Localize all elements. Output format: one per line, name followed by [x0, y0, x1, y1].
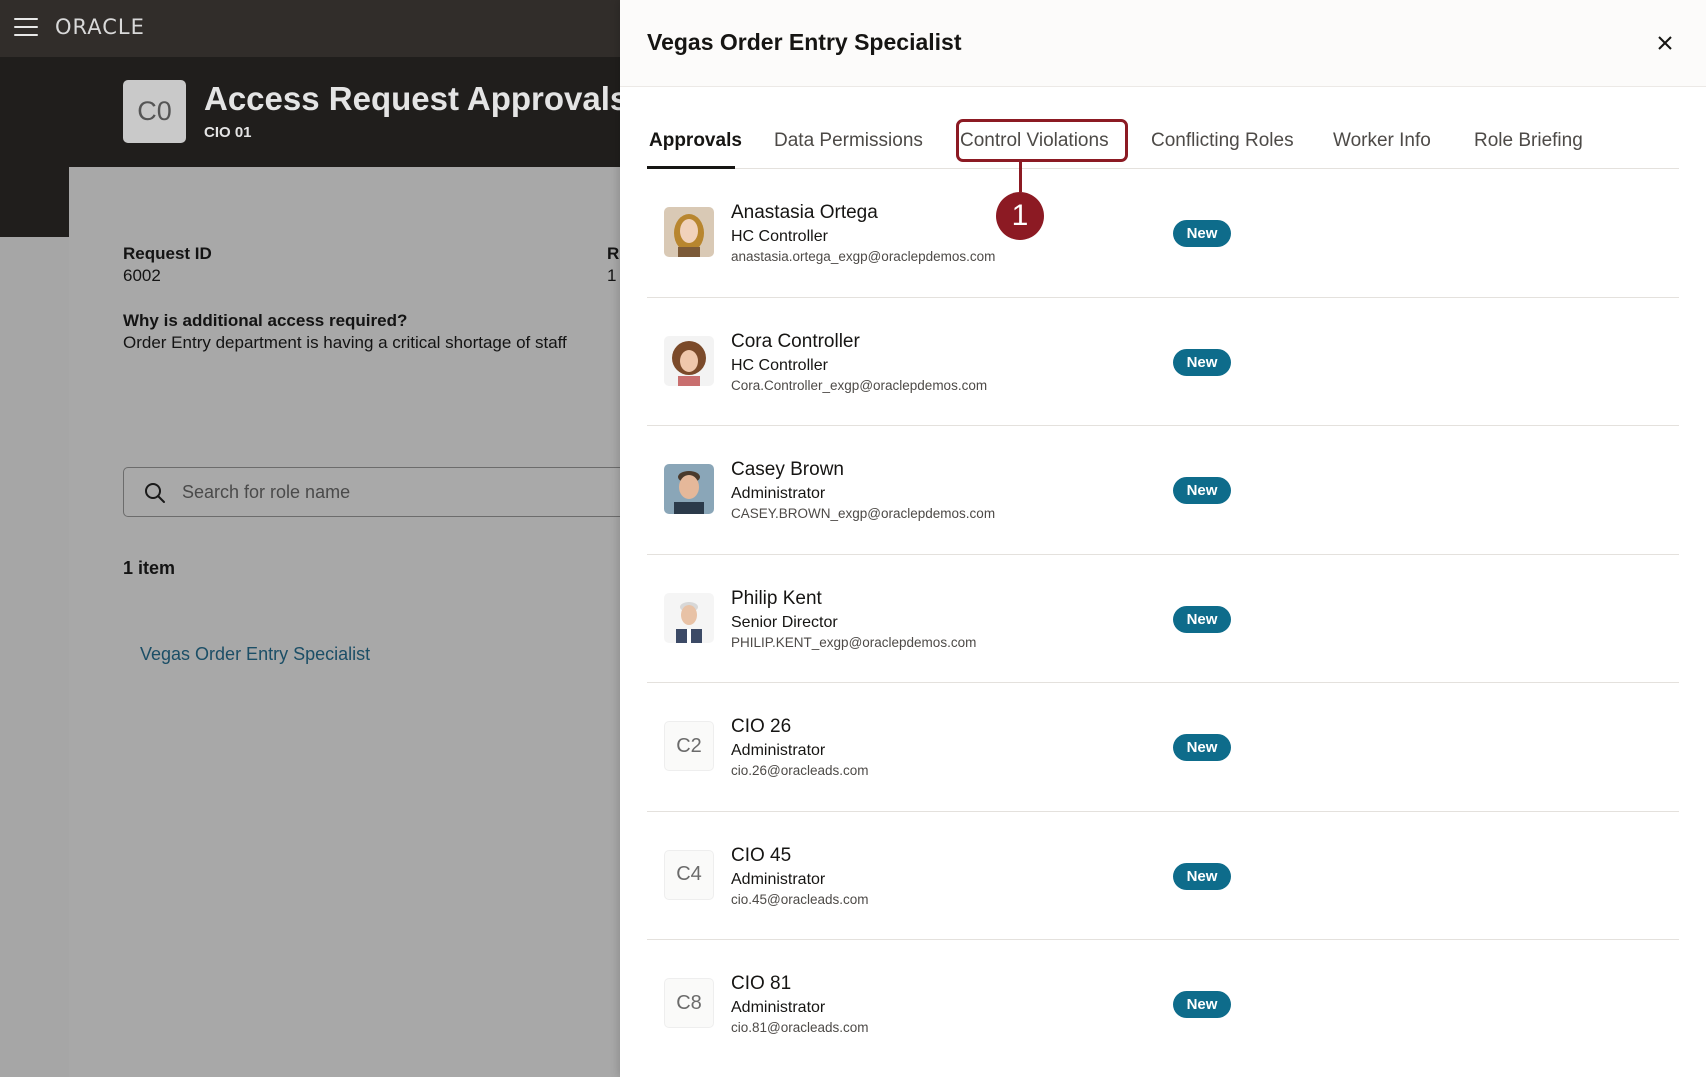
callout-connector — [1019, 161, 1022, 192]
approver-role: HC Controller — [731, 356, 828, 374]
oracle-logo: ORACLE — [55, 15, 145, 39]
status-badge: New — [1173, 605, 1231, 633]
tab-data-permissions[interactable]: Data Permissions — [774, 130, 923, 152]
request-field-value-partial: 1 — [607, 266, 617, 285]
tab-bar: Approvals Data Permissions Control Viola… — [647, 110, 1679, 169]
reason-value: Order Entry department is having a criti… — [123, 333, 567, 352]
request-id-value: 6002 — [123, 266, 161, 285]
approver-role: Senior Director — [731, 613, 838, 631]
close-icon — [1658, 36, 1672, 50]
list-item[interactable]: C4 CIO 45 Administrator cio.45@oracleads… — [647, 812, 1679, 940]
status-badge: New — [1173, 862, 1231, 890]
approver-email: PHILIP.KENT_exgp@oraclepdemos.com — [731, 634, 977, 650]
list-item[interactable]: Cora Controller HC Controller Cora.Contr… — [647, 298, 1679, 426]
approver-name: CIO 45 — [731, 844, 792, 866]
avatar: C0 — [123, 80, 186, 143]
list-item[interactable]: C8 CIO 81 Administrator cio.81@oracleads… — [647, 940, 1679, 1069]
close-button[interactable] — [1652, 30, 1678, 56]
person-photo-icon — [664, 207, 714, 257]
request-id-label: Request ID — [123, 244, 212, 263]
search-icon — [145, 483, 165, 503]
drawer-header: Vegas Order Entry Specialist — [620, 0, 1706, 87]
person-photo-icon — [664, 335, 714, 386]
status-badge: New — [1173, 991, 1231, 1018]
tab-approvals[interactable]: Approvals — [649, 130, 742, 152]
approver-email: cio.26@oracleads.com — [731, 763, 869, 778]
person-photo-icon — [664, 464, 714, 514]
reason-label: Why is additional access required? — [123, 311, 408, 330]
approver-name: CIO 26 — [731, 716, 792, 737]
approver-role: HC Controller — [731, 228, 828, 245]
avatar — [664, 335, 714, 386]
approver-name: Cora Controller — [731, 330, 860, 352]
request-details-card — [69, 167, 629, 1077]
tab-worker-info[interactable]: Worker Info — [1333, 130, 1431, 152]
approver-email: CASEY.BROWN_exgp@oraclepdemos.com — [731, 506, 996, 521]
role-link-vegas-order-entry-specialist[interactable]: Vegas Order Entry Specialist — [140, 644, 370, 665]
drawer-title: Vegas Order Entry Specialist — [647, 29, 962, 55]
approver-email: cio.45@oracleads.com — [731, 891, 869, 907]
avatar — [664, 464, 714, 514]
avatar: C8 — [664, 978, 714, 1028]
status-badge: New — [1173, 734, 1231, 761]
approver-role: Administrator — [731, 870, 826, 888]
approver-name: CIO 81 — [731, 973, 792, 994]
approver-role: Administrator — [731, 999, 826, 1016]
tab-conflicting-roles[interactable]: Conflicting Roles — [1151, 130, 1294, 152]
status-badge: New — [1173, 477, 1231, 504]
avatar — [664, 207, 714, 257]
approver-name: Casey Brown — [731, 459, 844, 480]
tab-role-briefing[interactable]: Role Briefing — [1474, 130, 1583, 152]
approver-email: cio.81@oracleads.com — [731, 1020, 869, 1035]
tab-control-violations[interactable]: Control Violations — [960, 130, 1109, 152]
list-item[interactable]: Casey Brown Administrator CASEY.BROWN_ex… — [647, 426, 1679, 555]
avatar — [664, 592, 714, 643]
hamburger-menu-icon[interactable] — [14, 18, 38, 38]
approvers-list: Anastasia Ortega HC Controller anastasia… — [647, 169, 1679, 1069]
approver-role: Administrator — [731, 742, 826, 759]
page-subtitle: CIO 01 — [204, 124, 252, 141]
status-badge: New — [1173, 220, 1231, 247]
approver-role: Administrator — [731, 485, 826, 502]
list-item[interactable]: Anastasia Ortega HC Controller anastasia… — [647, 169, 1679, 298]
search-input[interactable]: Search for role name — [123, 467, 643, 517]
list-item[interactable]: Philip Kent Senior Director PHILIP.KENT_… — [647, 555, 1679, 683]
role-details-drawer: Vegas Order Entry Specialist Approvals D… — [620, 0, 1706, 1077]
approver-email: anastasia.ortega_exgp@oraclepdemos.com — [731, 249, 996, 264]
avatar: C2 — [664, 721, 714, 771]
request-field-label-partial: R — [607, 244, 620, 263]
list-item[interactable]: C2 CIO 26 Administrator cio.26@oracleads… — [647, 683, 1679, 812]
approver-name: Philip Kent — [731, 587, 822, 609]
callout-number-badge: 1 — [996, 192, 1044, 240]
page-title: Access Request Approvals — [204, 80, 629, 117]
item-count: 1 item — [123, 558, 176, 578]
approver-name: Anastasia Ortega — [731, 202, 878, 223]
search-placeholder: Search for role name — [182, 482, 351, 502]
person-photo-icon — [664, 592, 714, 643]
approver-email: Cora.Controller_exgp@oraclepdemos.com — [731, 377, 988, 393]
avatar: C4 — [664, 849, 714, 900]
status-badge: New — [1173, 348, 1231, 376]
